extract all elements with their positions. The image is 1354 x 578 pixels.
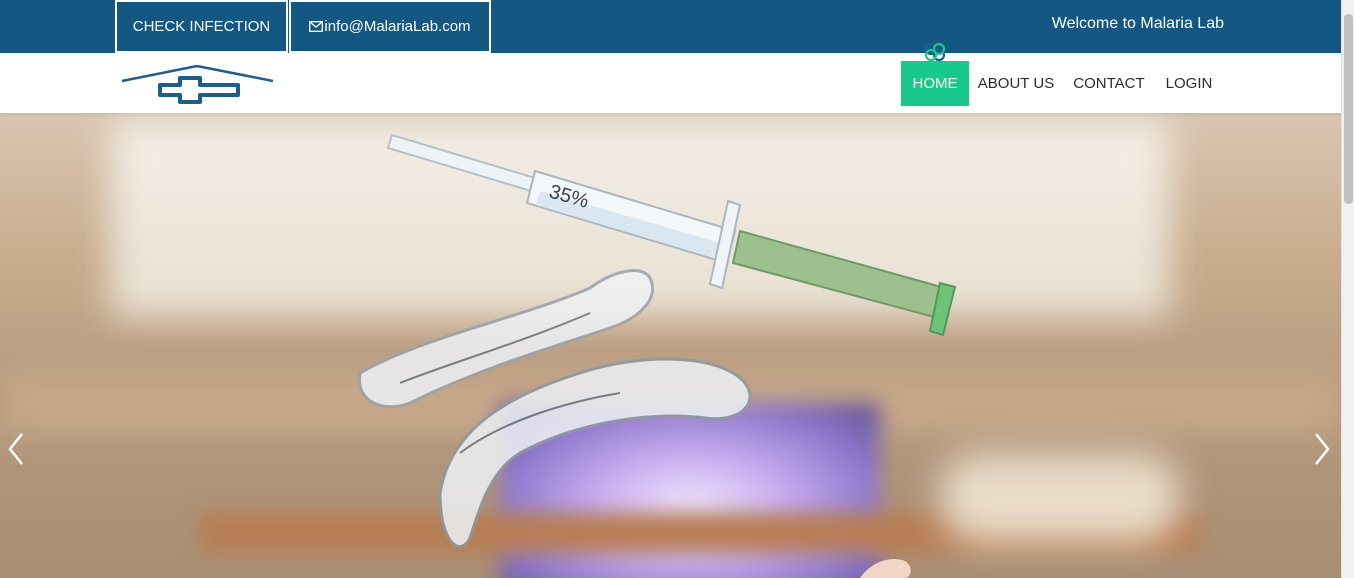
active-indicator-icon — [924, 42, 946, 62]
nav-about-us-label: ABOUT US — [977, 75, 1055, 92]
check-infection-label: CHECK INFECTION — [132, 18, 271, 35]
hero-image: 35% — [358, 133, 957, 578]
scrollbar-thumb[interactable] — [1344, 14, 1353, 204]
welcome-text: Welcome to Malaria Lab — [1051, 15, 1224, 32]
top-bar: CHECK INFECTION info@MalariaLab.com Welc… — [0, 0, 1341, 53]
syringe-illustration: 35% — [386, 133, 957, 337]
check-infection-button[interactable]: CHECK INFECTION — [115, 0, 288, 53]
main-navbar: HOME ABOUT US CONTACT LOGIN — [0, 53, 1341, 113]
nav-home-label: HOME — [912, 75, 958, 92]
hero-slider: 35% — [0, 113, 1341, 578]
nav-login-label: LOGIN — [1165, 75, 1213, 92]
chevron-right-icon[interactable] — [1312, 431, 1332, 467]
mail-icon — [309, 21, 324, 32]
nav-contact[interactable]: CONTACT — [1070, 61, 1148, 106]
hand-illustration — [860, 558, 911, 578]
aligner-trays-illustration — [358, 269, 752, 549]
nav-home[interactable]: HOME — [901, 61, 969, 106]
vertical-scrollbar[interactable] — [1341, 0, 1354, 578]
nav-login[interactable]: LOGIN — [1160, 61, 1218, 106]
nav-contact-label: CONTACT — [1073, 75, 1145, 92]
page: CHECK INFECTION info@MalariaLab.com Welc… — [0, 0, 1354, 578]
email-label: info@MalariaLab.com — [324, 18, 471, 35]
email-link[interactable]: info@MalariaLab.com — [289, 0, 491, 53]
hospital-cross-logo[interactable] — [120, 65, 275, 105]
nav-about-us[interactable]: ABOUT US — [976, 61, 1056, 106]
chevron-left-icon[interactable] — [6, 431, 26, 467]
